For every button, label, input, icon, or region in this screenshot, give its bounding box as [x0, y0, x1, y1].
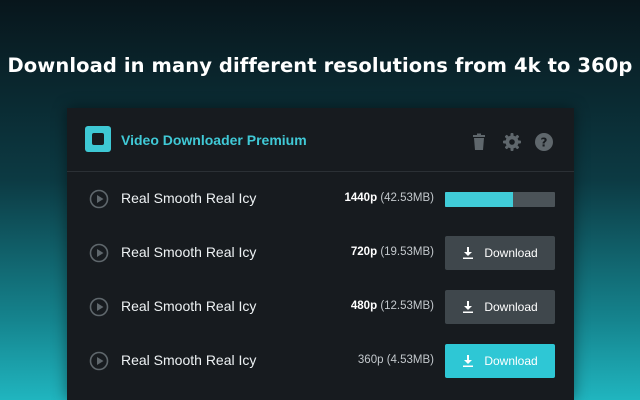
download-icon: [462, 355, 474, 367]
svg-text:?: ?: [541, 136, 548, 150]
help-icon[interactable]: ?: [534, 132, 554, 152]
video-title: Real Smooth Real Icy: [121, 298, 257, 314]
download-button-label: Download: [484, 246, 538, 260]
resolution-size: 480p (12.53MB): [351, 300, 434, 312]
download-button[interactable]: Download: [445, 236, 555, 270]
download-row: Real Smooth Real Icy 360p (4.53MB) Downl…: [67, 334, 574, 388]
video-title: Real Smooth Real Icy: [121, 244, 257, 260]
promo-headline: Download in many different resolutions f…: [7, 54, 633, 77]
download-icon: [462, 301, 474, 313]
resolution-label: 720p: [350, 246, 378, 258]
video-title: Real Smooth Real Icy: [121, 352, 257, 368]
resolution-size: 1440p (42.53MB): [345, 192, 435, 204]
download-row: Real Smooth Real Icy 1440p (42.53MB): [67, 172, 574, 226]
file-size: (42.53MB): [380, 192, 434, 204]
download-row: Real Smooth Real Icy 480p (12.53MB) Down…: [67, 280, 574, 334]
play-icon[interactable]: [89, 189, 109, 209]
file-size: (4.53MB): [386, 354, 434, 366]
progress-fill: [445, 192, 514, 207]
download-button-label: Download: [484, 300, 538, 314]
downloader-panel: Video Downloader Premium ? Real Smooth R…: [67, 108, 574, 400]
resolution-label: 1440p: [344, 192, 378, 204]
trash-icon[interactable]: [469, 132, 489, 152]
gear-icon[interactable]: [502, 132, 522, 152]
play-icon[interactable]: [89, 243, 109, 263]
resolution-size: 720p (19.53MB): [351, 246, 434, 258]
download-icon: [462, 247, 474, 259]
download-progress-bar: [445, 192, 555, 207]
resolution-size: 360p (4.53MB): [358, 354, 434, 366]
app-logo-icon: [85, 126, 111, 152]
download-button[interactable]: Download: [445, 290, 555, 324]
panel-header: Video Downloader Premium ?: [67, 108, 574, 172]
download-button-label: Download: [484, 354, 538, 368]
download-row: Real Smooth Real Icy 720p (19.53MB) Down…: [67, 226, 574, 280]
video-title: Real Smooth Real Icy: [121, 190, 257, 206]
file-size: (19.53MB): [380, 246, 434, 258]
download-button[interactable]: Download: [445, 344, 555, 378]
resolution-label: 480p: [350, 300, 378, 312]
play-icon[interactable]: [89, 351, 109, 371]
play-icon[interactable]: [89, 297, 109, 317]
resolution-label: 360p: [357, 354, 384, 366]
file-size: (12.53MB): [380, 300, 434, 312]
app-title: Video Downloader Premium: [121, 132, 307, 148]
